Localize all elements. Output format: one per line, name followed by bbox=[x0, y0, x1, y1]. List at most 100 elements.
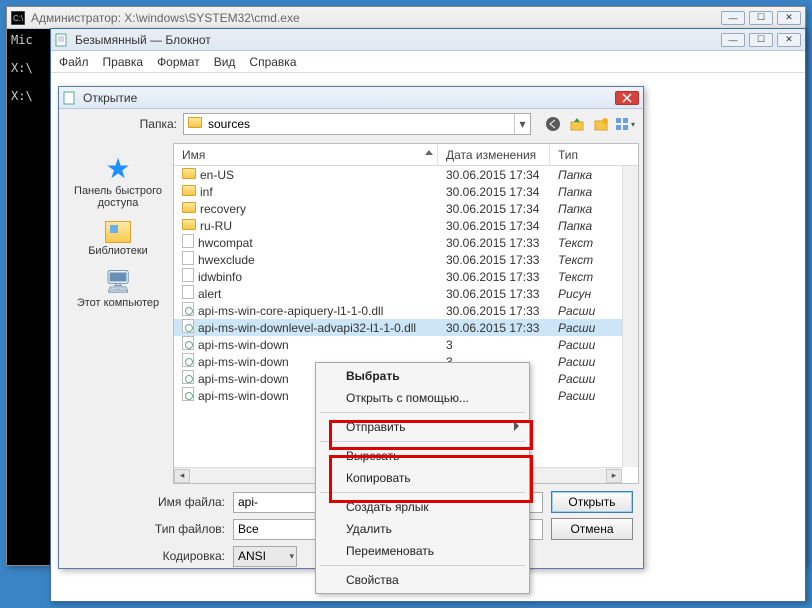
file-name: api-ms-win-down bbox=[198, 372, 289, 386]
file-name: api-ms-win-down bbox=[198, 389, 289, 403]
notepad-maximize-button[interactable]: ☐ bbox=[749, 33, 773, 47]
cmd-title: Администратор: X:\windows\SYSTEM32\cmd.e… bbox=[31, 11, 300, 25]
open-dialog-close-button[interactable] bbox=[615, 91, 639, 105]
file-date: 30.06.2015 17:33 bbox=[438, 321, 550, 335]
context-menu-item[interactable]: Удалить bbox=[318, 518, 527, 540]
menu-format[interactable]: Формат bbox=[157, 55, 200, 69]
context-menu-item[interactable]: Свойства bbox=[318, 569, 527, 591]
cmd-close-button[interactable]: ✕ bbox=[777, 11, 801, 25]
context-menu-item[interactable]: Создать ярлык bbox=[318, 496, 527, 518]
file-list-header: Имя Дата изменения Тип bbox=[174, 144, 638, 166]
file-type: Папка bbox=[550, 202, 608, 216]
file-name: alert bbox=[198, 287, 221, 301]
file-icon bbox=[182, 285, 194, 302]
file-type: Расши bbox=[550, 372, 608, 386]
menu-file[interactable]: Файл bbox=[59, 55, 89, 69]
dll-icon bbox=[182, 336, 194, 353]
file-row[interactable]: hwexclude 30.06.2015 17:33Текст bbox=[174, 251, 622, 268]
folder-dropdown[interactable]: sources ▾ bbox=[183, 113, 531, 135]
scroll-right-button[interactable]: ▸ bbox=[606, 469, 622, 483]
file-name: api-ms-win-down bbox=[198, 355, 289, 369]
file-row[interactable]: alert 30.06.2015 17:33Рисун bbox=[174, 285, 622, 302]
nav-views-button[interactable]: ▾ bbox=[615, 114, 635, 134]
file-row[interactable]: recovery30.06.2015 17:34Папка bbox=[174, 200, 622, 217]
file-name: api-ms-win-core-apiquery-l1-1-0.dll bbox=[198, 304, 383, 318]
file-type: Папка bbox=[550, 219, 608, 233]
open-dialog-icon bbox=[63, 91, 77, 105]
file-type: Расши bbox=[550, 338, 608, 352]
notepad-close-button[interactable]: ✕ bbox=[777, 33, 801, 47]
file-date: 30.06.2015 17:33 bbox=[438, 270, 550, 284]
folder-icon bbox=[188, 117, 204, 131]
vertical-scrollbar[interactable] bbox=[622, 166, 638, 467]
context-menu-item[interactable]: Вырезать bbox=[318, 445, 527, 467]
file-date: 30.06.2015 17:33 bbox=[438, 304, 550, 318]
file-type: Расши bbox=[550, 355, 608, 369]
file-type: Расши bbox=[550, 321, 608, 335]
context-menu-item[interactable]: Копировать bbox=[318, 467, 527, 489]
file-row[interactable]: ru-RU30.06.2015 17:34Папка bbox=[174, 217, 622, 234]
chevron-down-icon: ▾ bbox=[514, 114, 530, 134]
open-dialog-titlebar[interactable]: Открытие bbox=[59, 87, 643, 109]
cancel-button[interactable]: Отмена bbox=[551, 518, 633, 540]
sidebar-item-libraries[interactable]: Библиотеки bbox=[63, 217, 173, 261]
scroll-left-button[interactable]: ◂ bbox=[174, 469, 190, 483]
menu-view[interactable]: Вид bbox=[214, 55, 236, 69]
submenu-arrow-icon bbox=[514, 421, 519, 431]
sidebar-item-quick-access[interactable]: ★ Панель быстрого доступа bbox=[63, 151, 173, 213]
file-row[interactable]: en-US30.06.2015 17:34Папка bbox=[174, 166, 622, 183]
dll-icon bbox=[182, 319, 194, 336]
dll-icon bbox=[182, 387, 194, 404]
file-row[interactable]: hwcompat30.06.2015 17:33Текст bbox=[174, 234, 622, 251]
file-date: 30.06.2015 17:33 bbox=[438, 253, 550, 267]
menu-edit[interactable]: Правка bbox=[103, 55, 144, 69]
context-menu-item[interactable]: Отправить bbox=[318, 416, 527, 438]
file-name: ru-RU bbox=[200, 219, 232, 233]
file-date: 30.06.2015 17:33 bbox=[438, 236, 550, 250]
file-type: Расши bbox=[550, 389, 608, 403]
file-type: Рисун bbox=[550, 287, 608, 301]
encoding-label: Кодировка: bbox=[69, 549, 225, 563]
context-menu-item[interactable]: Открыть с помощью... bbox=[318, 387, 527, 409]
file-row[interactable]: inf30.06.2015 17:34Папка bbox=[174, 183, 622, 200]
encoding-dropdown[interactable]: ANSI▾ bbox=[233, 546, 297, 567]
file-row[interactable]: idwbinfo30.06.2015 17:33Текст bbox=[174, 268, 622, 285]
context-menu: ВыбратьОткрыть с помощью... Отправить Выре… bbox=[315, 362, 530, 594]
sidebar-item-this-pc[interactable]: 🖥 Этот компьютер bbox=[63, 265, 173, 313]
cmd-minimize-button[interactable]: ― bbox=[721, 11, 745, 25]
context-menu-item[interactable]: Выбрать bbox=[318, 365, 527, 387]
notepad-title: Безымянный — Блокнот bbox=[75, 33, 211, 47]
star-icon: ★ bbox=[65, 155, 171, 183]
cmd-titlebar[interactable]: C:\ Администратор: X:\windows\SYSTEM32\c… bbox=[7, 7, 805, 29]
menu-help[interactable]: Справка bbox=[249, 55, 296, 69]
file-date: 30.06.2015 17:33 bbox=[438, 287, 550, 301]
file-name: idwbinfo bbox=[198, 270, 242, 284]
chevron-down-icon: ▾ bbox=[289, 551, 294, 562]
notepad-minimize-button[interactable]: ― bbox=[721, 33, 745, 47]
cmd-maximize-button[interactable]: ☐ bbox=[749, 11, 773, 25]
context-menu-item[interactable]: Переименовать bbox=[318, 540, 527, 562]
nav-back-button[interactable] bbox=[543, 114, 563, 134]
dll-icon bbox=[182, 302, 194, 319]
file-name: inf bbox=[200, 185, 213, 199]
column-type[interactable]: Тип bbox=[550, 144, 608, 165]
file-date: 30.06.2015 17:34 bbox=[438, 168, 550, 182]
file-name: en-US bbox=[200, 168, 234, 182]
file-type: Текст bbox=[550, 253, 608, 267]
column-name[interactable]: Имя bbox=[174, 144, 438, 165]
file-name: recovery bbox=[200, 202, 246, 216]
column-date[interactable]: Дата изменения bbox=[438, 144, 550, 165]
nav-up-button[interactable] bbox=[567, 114, 587, 134]
file-row[interactable]: api-ms-win-core-apiquery-l1-1-0.dll 30.06… bbox=[174, 302, 622, 319]
menu-separator bbox=[320, 565, 525, 566]
notepad-titlebar[interactable]: Безымянный — Блокнот ― ☐ ✕ bbox=[51, 29, 805, 51]
file-row[interactable]: api-ms-win-down3Расши bbox=[174, 336, 622, 353]
open-button[interactable]: Открыть bbox=[551, 491, 633, 513]
nav-newfolder-button[interactable] bbox=[591, 114, 611, 134]
folder-icon bbox=[182, 168, 196, 182]
file-row[interactable]: api-ms-win-downlevel-advapi32-l1-1-0.dll… bbox=[174, 319, 622, 336]
open-dialog-title: Открытие bbox=[83, 91, 137, 105]
menu-separator bbox=[320, 412, 525, 413]
file-name: hwexclude bbox=[198, 253, 255, 267]
cmd-icon: C:\ bbox=[11, 11, 25, 25]
